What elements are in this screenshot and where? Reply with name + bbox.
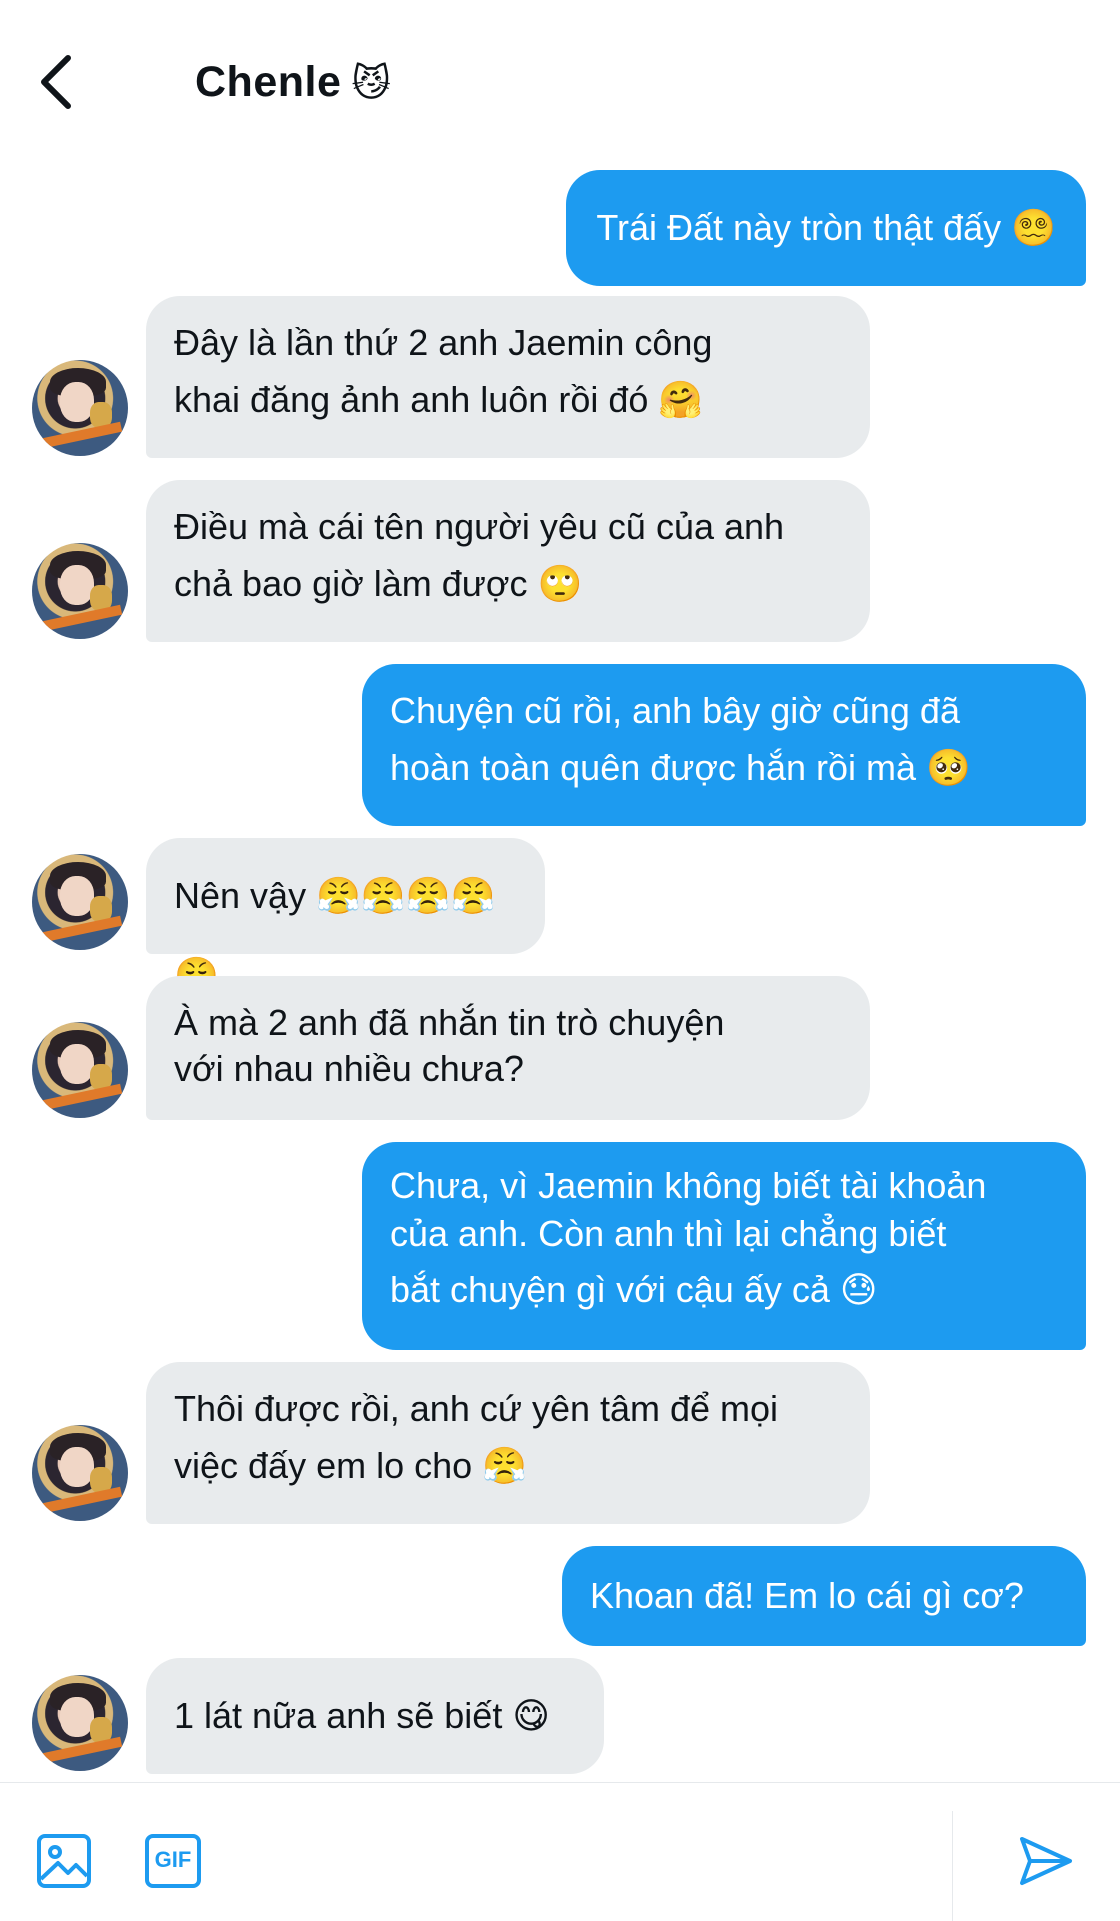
composer-divider	[952, 1811, 953, 1921]
message-line: bắt chuyện gì với cậu ấy cả 😓	[390, 1269, 878, 1310]
avatar[interactable]	[32, 1675, 128, 1771]
message-text: Trái Đất này tròn thật đấy 😵‍💫	[596, 207, 1056, 248]
add-gif-button[interactable]: GIF	[144, 1833, 202, 1889]
message-line: việc đấy em lo cho 😤	[174, 1445, 527, 1486]
image-icon	[37, 1834, 91, 1888]
message-line: Đây là lần thứ 2 anh Jaemin công	[174, 322, 713, 363]
chevron-left-icon	[41, 55, 71, 109]
message-bubble-incoming[interactable]: Thôi được rồi, anh cứ yên tâm để mọi việ…	[146, 1362, 870, 1524]
avatar[interactable]	[32, 360, 128, 456]
gif-label: GIF	[154, 1847, 192, 1872]
message-line: chả bao giờ làm được 🙄	[174, 563, 583, 604]
message-bubble-incoming[interactable]: Đây là lần thứ 2 anh Jaemin công khai đă…	[146, 296, 870, 458]
send-icon	[1020, 1837, 1072, 1885]
contact-name: Chenle	[195, 58, 342, 106]
message-line: Điều mà cái tên người yêu cũ của anh	[174, 506, 785, 547]
send-button[interactable]	[1016, 1831, 1076, 1891]
message-bubble-outgoing[interactable]: Khoan đã! Em lo cái gì cơ?	[562, 1546, 1086, 1646]
contact-name-title[interactable]: Chenle 😼	[195, 58, 392, 107]
message-line: Chuyện cũ rồi, anh bây giờ cũng đã	[390, 690, 960, 731]
message-line: của anh. Còn anh thì lại chẳng biết	[390, 1213, 947, 1254]
message-bubble-incoming[interactable]: Nên vậy 😤😤😤😤😤	[146, 838, 545, 996]
avatar[interactable]	[32, 1022, 128, 1118]
message-bubble-incoming[interactable]: Điều mà cái tên người yêu cũ của anh chả…	[146, 480, 870, 642]
message-line: hoàn toàn quên được hắn rồi mà 🥺	[390, 747, 971, 788]
message-bubble-incoming[interactable]: À mà 2 anh đã nhắn tin trò chuyện với nh…	[146, 976, 870, 1120]
message-text: Khoan đã! Em lo cái gì cơ?	[590, 1575, 1024, 1616]
avatar[interactable]	[32, 854, 128, 950]
message-line: À mà 2 anh đã nhắn tin trò chuyện	[174, 1002, 725, 1043]
message-bubble-outgoing[interactable]: Chưa, vì Jaemin không biết tài khoản của…	[362, 1142, 1086, 1350]
message-bubble-outgoing[interactable]: Trái Đất này tròn thật đấy 😵‍💫	[566, 170, 1086, 286]
message-line: Chưa, vì Jaemin không biết tài khoản	[390, 1165, 987, 1206]
message-bubble-outgoing[interactable]: Chuyện cũ rồi, anh bây giờ cũng đã hoàn …	[362, 664, 1086, 826]
message-line: với nhau nhiều chưa?	[174, 1048, 524, 1089]
avatar[interactable]	[32, 543, 128, 639]
back-button[interactable]	[36, 50, 84, 114]
cat-emoji-icon: 😼	[351, 61, 392, 105]
chat-header: Chenle 😼	[0, 0, 1120, 150]
message-line: khai đăng ảnh anh luôn rồi đó 🤗	[174, 379, 704, 420]
avatar[interactable]	[32, 1425, 128, 1521]
composer-bar: GIF	[0, 1782, 1120, 1921]
message-bubble-incoming[interactable]: 1 lát nữa anh sẽ biết 😋	[146, 1658, 604, 1774]
message-text: 1 lát nữa anh sẽ biết 😋	[174, 1695, 550, 1736]
message-line: Thôi được rồi, anh cứ yên tâm để mọi	[174, 1388, 779, 1429]
add-image-button[interactable]	[36, 1833, 92, 1889]
